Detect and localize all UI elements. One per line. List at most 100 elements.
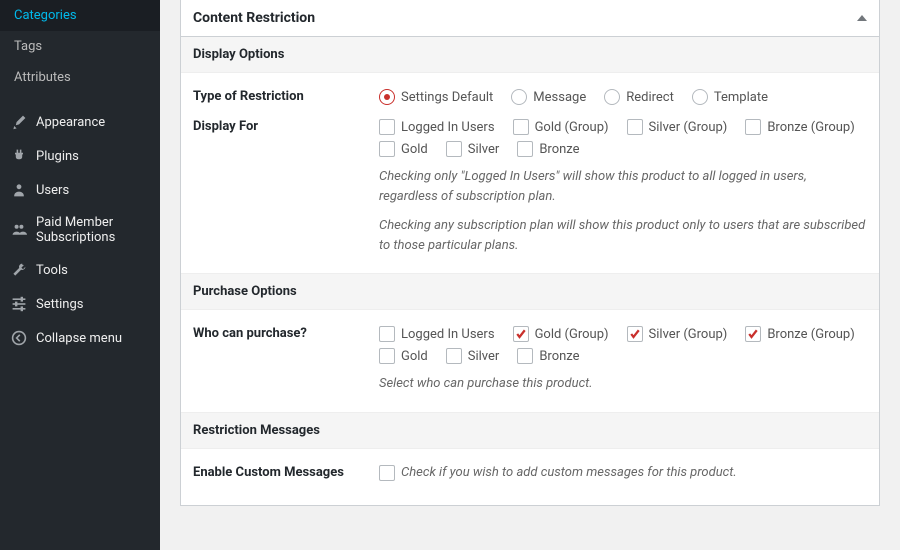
help-text: Checking only "Logged In Users" will sho…: [379, 167, 867, 206]
checkbox-icon: [379, 465, 395, 481]
radio-label: Template: [714, 90, 768, 105]
checkbox-icon: [627, 119, 643, 135]
checkbox-label: Silver: [468, 142, 500, 157]
sidebar-item-collapse-menu[interactable]: Collapse menu: [0, 321, 160, 355]
checkbox-icon: [379, 141, 395, 157]
sidebar-label: Users: [36, 183, 69, 198]
radio-label: Redirect: [626, 90, 674, 105]
field-label: Enable Custom Messages: [193, 465, 363, 485]
restriction-type-radio[interactable]: Settings Default: [379, 89, 493, 105]
section-heading-display-options: Display Options: [181, 37, 879, 73]
metabox-header[interactable]: Content Restriction: [181, 0, 879, 37]
field-body: Check if you wish to add custom messages…: [379, 465, 867, 485]
field-who-can-purchase: Who can purchase? Logged In UsersGold (G…: [181, 310, 879, 402]
checkbox-label: Gold (Group): [535, 120, 609, 135]
sidebar-item-paid-member-subscriptions[interactable]: Paid Member Subscriptions: [0, 207, 160, 253]
radio-icon: [604, 89, 620, 105]
user-icon: [10, 181, 28, 199]
plug-icon: [10, 147, 28, 165]
sidebar-item-users[interactable]: Users: [0, 173, 160, 207]
field-body: Logged In Users Gold (Group) Silver (Group…: [379, 119, 867, 255]
brush-icon: [10, 113, 28, 131]
restriction-type-radio[interactable]: Template: [692, 89, 768, 105]
sidebar-item-tags[interactable]: Tags: [0, 31, 160, 62]
field-label: Type of Restriction: [193, 89, 363, 105]
field-type-of-restriction: Type of Restriction Settings Default Mess…: [181, 73, 879, 113]
checkbox-label: Silver: [468, 349, 500, 364]
checkbox-label: Bronze: [539, 142, 579, 157]
checkbox-label: Gold: [401, 142, 428, 157]
members-icon: [10, 221, 28, 239]
display-for-checkbox[interactable]: Gold: [379, 141, 428, 157]
checkbox-icon: [517, 348, 533, 364]
radio-icon: [511, 89, 527, 105]
sidebar-label: Attributes: [14, 70, 71, 85]
checkbox-label: Check if you wish to add custom messages…: [401, 465, 737, 480]
checkbox-label: Gold: [401, 349, 428, 364]
radio-label: Settings Default: [401, 90, 493, 105]
sidebar-label: Collapse menu: [36, 331, 122, 346]
checkbox-label: Bronze (Group): [767, 120, 854, 135]
field-body: Settings Default Message Redirect Template: [379, 89, 867, 105]
checkbox-icon: [446, 348, 462, 364]
help-text: Checking any subscription plan will show…: [379, 216, 867, 255]
radio-label: Message: [533, 90, 586, 105]
chevron-up-icon: [857, 15, 867, 21]
sidebar-item-plugins[interactable]: Plugins: [0, 139, 160, 173]
checkbox-icon: [513, 119, 529, 135]
settings-icon: [10, 295, 28, 313]
purchase-checkbox[interactable]: Silver (Group): [627, 326, 728, 342]
sidebar-item-appearance[interactable]: Appearance: [0, 105, 160, 139]
display-for-checkbox[interactable]: Gold (Group): [513, 119, 609, 135]
radio-icon: [379, 89, 395, 105]
restriction-type-radio-group: Settings Default Message Redirect Template: [379, 89, 867, 105]
checkbox-icon: [513, 326, 529, 342]
purchase-checkbox[interactable]: Gold: [379, 348, 428, 364]
enable-custom-messages-checkbox[interactable]: Check if you wish to add custom messages…: [379, 465, 737, 481]
purchase-checkbox[interactable]: Silver: [446, 348, 500, 364]
purchase-checkbox[interactable]: Bronze (Group): [745, 326, 854, 342]
checkbox-icon: [745, 119, 761, 135]
purchase-checkbox[interactable]: Gold (Group): [513, 326, 609, 342]
checkbox-label: Logged In Users: [401, 120, 495, 135]
field-label: Display For: [193, 119, 363, 255]
purchase-checkbox[interactable]: Bronze: [517, 348, 579, 364]
sidebar-label: Tags: [14, 39, 42, 54]
checkbox-label: Silver (Group): [649, 120, 728, 135]
restriction-type-radio[interactable]: Message: [511, 89, 586, 105]
sidebar-label: Paid Member Subscriptions: [36, 215, 150, 245]
display-for-checkbox[interactable]: Silver: [446, 141, 500, 157]
sidebar-label: Plugins: [36, 149, 79, 164]
display-for-checkbox-group: Logged In Users Gold (Group) Silver (Group…: [379, 119, 867, 157]
sidebar-item-attributes[interactable]: Attributes: [0, 62, 160, 93]
field-display-for: Display For Logged In Users Gold (Group) S…: [181, 113, 879, 263]
display-for-checkbox[interactable]: Bronze: [517, 141, 579, 157]
display-for-checkbox[interactable]: Bronze (Group): [745, 119, 854, 135]
checkbox-icon: [379, 119, 395, 135]
checkbox-icon: [379, 348, 395, 364]
sidebar-item-categories[interactable]: Categories: [0, 0, 160, 31]
checkbox-label: Bronze: [539, 349, 579, 364]
checkbox-icon: [627, 326, 643, 342]
sidebar-item-settings[interactable]: Settings: [0, 287, 160, 321]
purchase-checkbox[interactable]: Logged In Users: [379, 326, 495, 342]
field-enable-custom-messages: Enable Custom Messages Check if you wish…: [181, 449, 879, 505]
checkbox-icon: [745, 326, 761, 342]
checkbox-label: Bronze (Group): [767, 327, 854, 342]
checkbox-label: Silver (Group): [649, 327, 728, 342]
checkbox-icon: [446, 141, 462, 157]
checkbox-label: Gold (Group): [535, 327, 609, 342]
admin-sidebar: Categories Tags Attributes Appearance Pl…: [0, 0, 160, 550]
sidebar-item-tools[interactable]: Tools: [0, 253, 160, 287]
section-heading-restriction-messages: Restriction Messages: [181, 412, 879, 449]
wrench-icon: [10, 261, 28, 279]
metabox-title: Content Restriction: [193, 10, 315, 26]
display-for-checkbox[interactable]: Silver (Group): [627, 119, 728, 135]
content-restriction-metabox: Content Restriction Display Options Type…: [180, 0, 880, 506]
sidebar-label: Appearance: [36, 115, 105, 130]
sidebar-label: Tools: [36, 263, 68, 278]
restriction-type-radio[interactable]: Redirect: [604, 89, 674, 105]
purchase-checkbox-group: Logged In Users Gold (Group) Silver (Group…: [379, 326, 867, 364]
checkbox-label: Logged In Users: [401, 327, 495, 342]
display-for-checkbox[interactable]: Logged In Users: [379, 119, 495, 135]
